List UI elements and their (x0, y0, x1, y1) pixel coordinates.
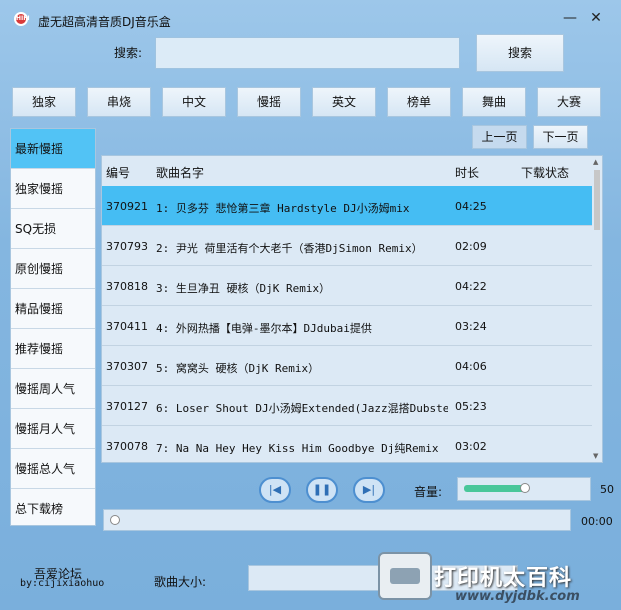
table-row[interactable]: 370793 2: 尹光 荷里活有个大老千（香港DjSimon Remix） 0… (102, 226, 592, 266)
song-id: 370793 (106, 240, 148, 253)
sidebar-item-download-chart[interactable]: 总下载榜 (11, 489, 95, 529)
volume-label: 音量: (414, 485, 443, 499)
sidebar-item-sq-lossless[interactable]: SQ无损 (11, 209, 95, 249)
skip-forward-icon: ▶| (362, 483, 376, 496)
window-title: 虚无超高清音质DJ音乐盒 (38, 15, 171, 29)
table-row[interactable]: 370307 5: 窝窝头 硬核（DjK Remix） 04:06 (102, 346, 592, 386)
song-duration: 04:25 (455, 200, 487, 213)
song-name: 1: 贝多芬 悲怆第三章 Hardstyle DJ小汤姆mix (156, 202, 410, 215)
sidebar: 最新慢摇 独家慢摇 SQ无损 原创慢摇 精品慢摇 推荐慢摇 慢摇周人气 慢摇月人… (10, 128, 96, 526)
title-bar: HIFI 虚无超高清音质DJ音乐盒 — ✕ (0, 0, 621, 30)
printer-body (390, 568, 420, 584)
sidebar-item-recommended[interactable]: 推荐慢摇 (11, 329, 95, 369)
scroll-down-icon[interactable]: ▼ (593, 452, 598, 460)
song-name: 5: 窝窝头 硬核（DjK Remix） (156, 362, 320, 375)
scroll-thumb[interactable] (594, 170, 600, 230)
sidebar-item-featured[interactable]: 精品慢摇 (11, 289, 95, 329)
song-table: 编号 歌曲名字 时长 下载状态 370921 1: 贝多芬 悲怆第三章 Hard… (101, 155, 603, 463)
column-header-id[interactable]: 编号 (106, 164, 130, 181)
song-id: 370307 (106, 360, 148, 373)
table-header: 编号 歌曲名字 时长 下载状态 (102, 156, 592, 184)
song-id: 370127 (106, 400, 148, 413)
column-header-duration[interactable]: 时长 (455, 164, 479, 181)
song-duration: 04:22 (455, 280, 487, 293)
prev-page-button[interactable]: 上一页 (472, 125, 527, 149)
sidebar-item-original[interactable]: 原创慢摇 (11, 249, 95, 289)
sidebar-item-weekly-popular[interactable]: 慢摇周人气 (11, 369, 95, 409)
song-name: 2: 尹光 荷里活有个大老千（香港DjSimon Remix） (156, 242, 423, 255)
playback-progress-slider[interactable] (103, 509, 571, 531)
watermark-url: www.dyjdbk.com (455, 589, 580, 604)
table-row[interactable]: 370921 1: 贝多芬 悲怆第三章 Hardstyle DJ小汤姆mix 0… (102, 186, 592, 226)
song-size-label: 歌曲大小: (154, 575, 207, 589)
playback-time: 00:00 (581, 515, 613, 528)
sidebar-item-exclusive[interactable]: 独家慢摇 (11, 169, 95, 209)
song-duration: 05:23 (455, 400, 487, 413)
scroll-up-icon[interactable]: ▲ (593, 158, 598, 166)
watermark-text: 打印机太百科 (434, 566, 573, 591)
pause-icon: ❚❚ (312, 483, 332, 496)
volume-handle[interactable] (520, 483, 530, 493)
app-logo-icon: HIFI (14, 12, 30, 26)
sidebar-item-monthly-popular[interactable]: 慢摇月人气 (11, 409, 95, 449)
category-button-exclusive[interactable]: 独家 (12, 87, 76, 117)
author-credit: by:cijixiaohuo (20, 578, 105, 589)
next-track-button[interactable]: ▶| (353, 477, 385, 503)
category-button-dance[interactable]: 舞曲 (462, 87, 526, 117)
song-duration: 02:09 (455, 240, 487, 253)
song-id: 370818 (106, 280, 148, 293)
song-duration: 04:06 (455, 360, 487, 373)
minimize-button[interactable]: — (560, 10, 580, 26)
category-button-chinese[interactable]: 中文 (162, 87, 226, 117)
search-input[interactable] (155, 37, 460, 69)
sidebar-item-all-time-popular[interactable]: 慢摇总人气 (11, 449, 95, 489)
song-id: 370078 (106, 440, 148, 453)
app-window: HIFI 虚无超高清音质DJ音乐盒 — ✕ 搜索: 搜索 独家 串烧 中文 慢摇… (0, 0, 621, 610)
song-id: 370411 (106, 320, 148, 333)
volume-slider[interactable] (457, 477, 591, 501)
category-button-medley[interactable]: 串烧 (87, 87, 151, 117)
search-label: 搜索: (114, 46, 143, 60)
category-button-charts[interactable]: 榜单 (387, 87, 451, 117)
previous-track-button[interactable]: |◀ (259, 477, 291, 503)
printer-watermark-icon (378, 552, 432, 600)
volume-fill (464, 485, 526, 492)
next-page-button[interactable]: 下一页 (533, 125, 588, 149)
skip-back-icon: |◀ (268, 483, 282, 496)
table-row[interactable]: 370411 4: 外网热播【电弹-墨尔本】DJdubai提供 03:24 (102, 306, 592, 346)
table-row[interactable]: 370078 7: Na Na Hey Hey Kiss Him Goodbye… (102, 426, 592, 462)
song-name: 6: Loser Shout DJ小汤姆Extended(Jazz混搭Dubst… (156, 402, 448, 415)
category-button-slow-rock[interactable]: 慢摇 (237, 87, 301, 117)
table-row[interactable]: 370127 6: Loser Shout DJ小汤姆Extended(Jazz… (102, 386, 592, 426)
column-header-name[interactable]: 歌曲名字 (156, 164, 204, 181)
sidebar-item-latest[interactable]: 最新慢摇 (11, 129, 95, 169)
song-name: 7: Na Na Hey Hey Kiss Him Goodbye Dj纯Rem… (156, 442, 439, 455)
category-button-contest[interactable]: 大赛 (537, 87, 601, 117)
song-name: 3: 生旦净丑 硬核（DjK Remix） (156, 282, 331, 295)
close-button[interactable]: ✕ (586, 10, 606, 26)
song-duration: 03:02 (455, 440, 487, 453)
play-pause-button[interactable]: ❚❚ (306, 477, 338, 503)
column-header-download-status[interactable]: 下载状态 (521, 164, 569, 181)
progress-handle[interactable] (110, 515, 120, 525)
song-name: 4: 外网热播【电弹-墨尔本】DJdubai提供 (156, 322, 372, 335)
category-button-english[interactable]: 英文 (312, 87, 376, 117)
table-scrollbar[interactable]: ▲ ▼ (592, 156, 602, 462)
table-row[interactable]: 370818 3: 生旦净丑 硬核（DjK Remix） 04:22 (102, 266, 592, 306)
song-duration: 03:24 (455, 320, 487, 333)
volume-value: 50 (600, 483, 614, 496)
song-id: 370921 (106, 200, 148, 213)
search-button[interactable]: 搜索 (476, 34, 564, 72)
